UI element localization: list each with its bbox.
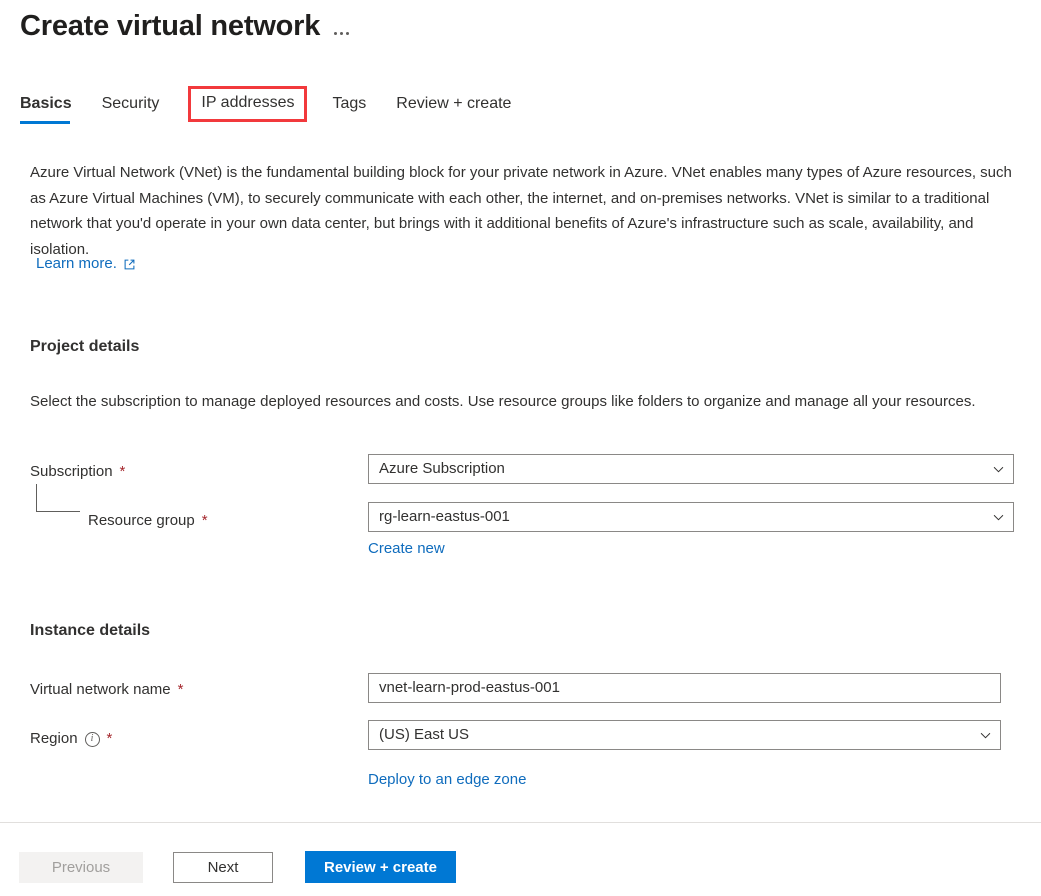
tab-ip-addresses[interactable]: IP addresses [188,86,308,122]
label-region-text: Region [30,730,78,747]
ellipsis-dot [346,32,350,35]
section-heading-instance-details: Instance details [30,622,151,639]
virtual-network-name-value: vnet-learn-prod-eastus-001 [379,679,560,696]
next-button[interactable]: Next [173,851,273,883]
ellipsis-dot [334,32,338,35]
label-resource-group: Resource group * [88,511,208,531]
resource-group-value: rg-learn-eastus-001 [379,508,510,525]
tab-review-create[interactable]: Review + create [396,93,511,124]
required-asterisk: * [106,730,113,747]
tab-tags[interactable]: Tags [332,93,366,124]
deploy-edge-zone-link[interactable]: Deploy to an edge zone [368,770,526,790]
wizard-tabstrip: Basics Security IP addresses Tags Review… [20,86,541,124]
subscription-value: Azure Subscription [379,460,505,477]
info-icon[interactable]: i [84,731,100,747]
create-new-resource-group-link[interactable]: Create new [368,539,445,559]
previous-button[interactable]: Previous [19,851,143,883]
label-region: Region i * [30,729,112,749]
chevron-down-icon [993,514,1004,520]
virtual-network-name-input[interactable]: vnet-learn-prod-eastus-001 [368,673,1001,703]
tab-basics[interactable]: Basics [20,93,72,124]
subscription-dropdown[interactable]: Azure Subscription [368,454,1014,484]
label-subscription: Subscription * [30,462,125,482]
ellipsis-dot [340,32,344,35]
intro-paragraph: Azure Virtual Network (VNet) is the fund… [30,164,1012,258]
project-details-description: Select the subscription to manage deploy… [30,393,976,410]
label-resource-group-text: Resource group [88,512,195,529]
required-asterisk: * [177,681,184,698]
section-heading-project-details: Project details [30,338,140,355]
learn-more-label: Learn more. [36,255,117,272]
label-virtual-network-name-text: Virtual network name [30,681,171,698]
required-asterisk: * [119,463,126,480]
resource-group-dropdown[interactable]: rg-learn-eastus-001 [368,502,1014,532]
more-options-icon[interactable] [334,7,350,45]
page-title: Create virtual network [20,10,321,42]
region-dropdown[interactable]: (US) East US [368,720,1001,750]
footer-divider [0,822,1041,823]
review-create-button[interactable]: Review + create [305,851,456,883]
subscription-resourcegroup-connector [36,484,80,512]
page-header: Create virtual network [20,6,350,46]
region-value: (US) East US [379,726,470,743]
label-virtual-network-name: Virtual network name * [30,680,183,700]
wizard-footer: Previous Next Review + create [19,851,456,883]
external-link-icon [124,259,135,269]
learn-more-link[interactable]: Learn more. [36,253,136,275]
required-asterisk: * [201,512,208,529]
tab-security[interactable]: Security [102,93,160,124]
chevron-down-icon [993,466,1004,472]
chevron-down-icon [980,732,991,738]
label-subscription-text: Subscription [30,463,113,480]
